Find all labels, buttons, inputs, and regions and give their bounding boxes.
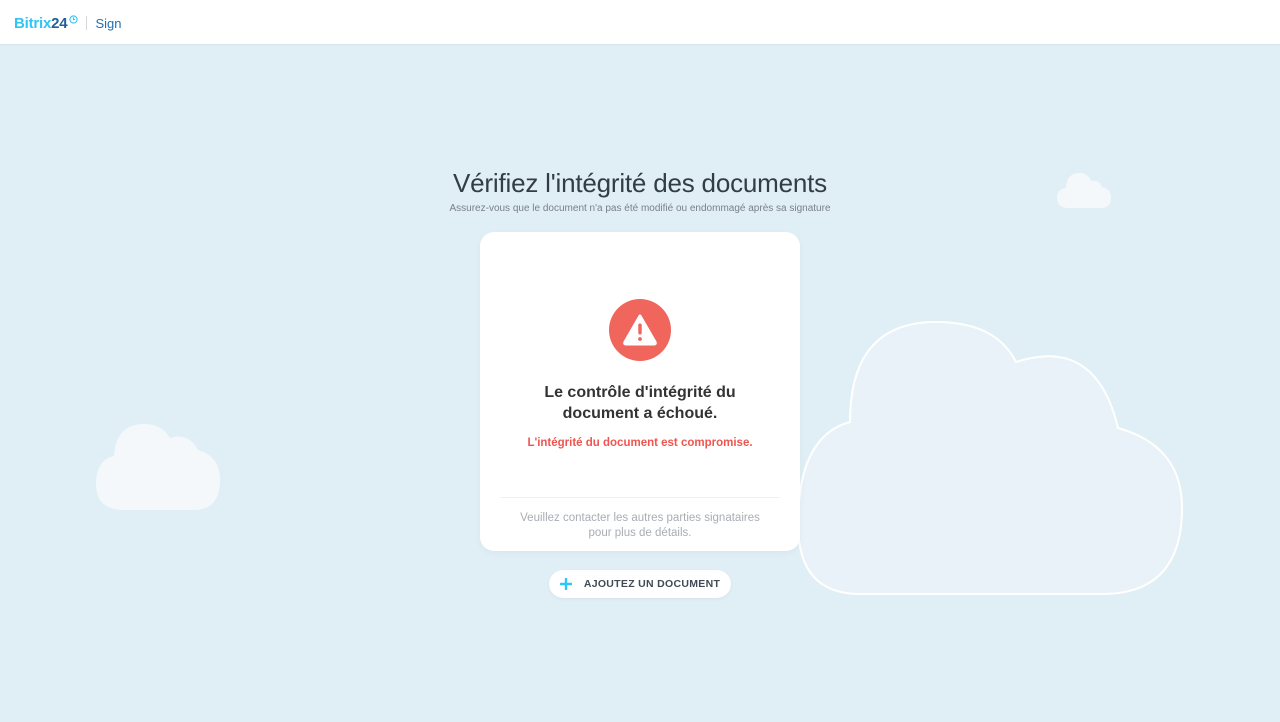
result-heading-line-2: document a échoué. [562, 405, 718, 422]
cloud-large-outline [796, 320, 1184, 595]
product-name: Sign [95, 15, 122, 31]
error-message: L'intégrité du document est compromise. [527, 437, 753, 449]
page-title: Vérifiez l'intégrité des documents [453, 168, 827, 198]
contact-hint-line-2: pour plus de détails. [588, 527, 692, 539]
top-bar: Bitrix24 Sign [0, 0, 1280, 44]
add-document-button[interactable]: AJOUTEZ UN DOCUMENT [549, 570, 731, 598]
add-document-label: AJOUTEZ UN DOCUMENT [583, 578, 721, 590]
result-heading: Le contrôle d'intégrité du document a éc… [500, 382, 780, 424]
contact-hint: Veuillez contacter les autres parties si… [500, 511, 780, 541]
verification-result-card: Le contrôle d'intégrité du document a éc… [480, 232, 800, 551]
logo-wordmark: Bitrix24 [14, 14, 68, 32]
cloud-left [96, 424, 220, 510]
warning-icon [609, 299, 671, 361]
plus-icon [559, 578, 572, 590]
logo-divider [86, 16, 88, 30]
clock-icon [69, 14, 79, 24]
page-subtitle: Assurez-vous que le document n'a pas été… [449, 203, 831, 214]
bitrix24-sign-logo[interactable]: Bitrix24 Sign [14, 13, 121, 33]
card-divider [500, 497, 780, 498]
contact-hint-line-1: Veuillez contacter les autres parties si… [520, 512, 760, 524]
result-heading-line-1: Le contrôle d'intégrité du [544, 384, 736, 401]
